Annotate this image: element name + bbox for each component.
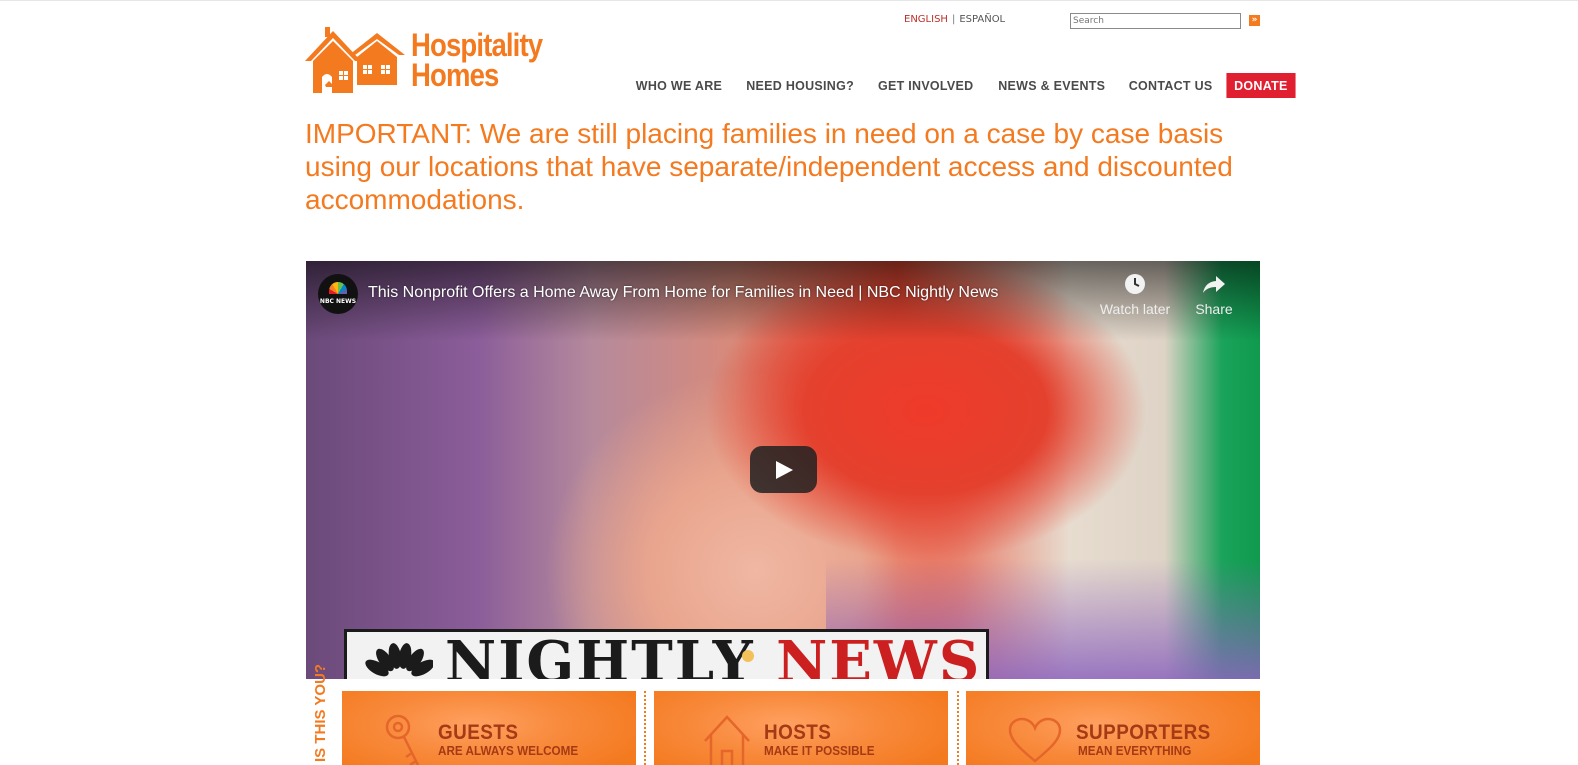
share-button[interactable]: Share [1174, 273, 1254, 317]
nav-who-we-are[interactable]: WHO WE ARE [626, 78, 732, 93]
box-divider [644, 691, 646, 765]
guests-title: GUESTS [438, 721, 519, 744]
nav-get-involved[interactable]: GET INVOLVED [869, 78, 984, 93]
nav-news-events[interactable]: NEWS & EVENTS [988, 78, 1114, 93]
supporters-subtitle: MEAN EVERYTHING [1078, 743, 1192, 758]
nbc-peacock-icon [365, 643, 433, 677]
supporters-box[interactable]: SUPPORTERS MEAN EVERYTHING [966, 691, 1260, 765]
donate-button[interactable]: DONATE [1226, 72, 1296, 98]
hosts-subtitle: MAKE IT POSSIBLE [764, 743, 875, 758]
banner-nightly: NIGHTLY [445, 629, 777, 679]
channel-avatar[interactable]: NBC NEWS [318, 274, 358, 314]
video-title[interactable]: This Nonprofit Offers a Home Away From H… [368, 284, 998, 302]
main-nav: WHO WE ARE NEED HOUSING? GET INVOLVED NE… [624, 72, 1297, 98]
banner-news: NEWS [776, 629, 982, 679]
search-button[interactable]: » [1249, 15, 1260, 26]
nav-need-housing[interactable]: NEED HOUSING? [737, 78, 864, 93]
share-label: Share [1195, 301, 1233, 317]
important-notice: IMPORTANT: We are still placing families… [305, 118, 1233, 215]
lang-english-link[interactable]: ENGLISH [904, 14, 948, 25]
video-player[interactable]: NBC NEWS This Nonprofit Offers a Home Aw… [306, 261, 1260, 679]
play-button[interactable] [750, 446, 817, 493]
site-logo[interactable]: Hospitality Homes [305, 27, 565, 97]
logo-line-2: Homes [411, 57, 499, 93]
box-divider [957, 691, 959, 765]
is-this-you-label: IS THIS YOU? [312, 664, 338, 765]
clock-icon [1125, 274, 1145, 294]
guests-subtitle: ARE ALWAYS WELCOME [438, 743, 579, 758]
watch-later-button[interactable]: Watch later [1095, 273, 1175, 317]
share-icon [1203, 276, 1225, 293]
banner-text: NIGHTLY NEWS [445, 632, 981, 679]
is-this-you-text: IS THIS YOU? [312, 663, 329, 762]
channel-name: NBC NEWS [319, 298, 357, 305]
hosts-title: HOSTS [764, 721, 832, 744]
nightly-news-banner: NIGHTLY NEWS [344, 629, 989, 679]
logo-text: Hospitality Homes [411, 27, 543, 93]
houses-logo-icon [305, 27, 405, 93]
watch-later-label: Watch later [1099, 301, 1171, 317]
hosts-box[interactable]: HOSTS MAKE IT POSSIBLE [654, 691, 948, 765]
house-icon [704, 715, 750, 765]
video-frame-dot [742, 650, 754, 662]
lang-separator: | [951, 14, 956, 25]
logo-line-1: Hospitality [411, 27, 543, 63]
nav-contact-us[interactable]: CONTACT US [1119, 78, 1222, 93]
key-icon [385, 714, 420, 765]
top-border [0, 0, 1578, 1]
lang-spanish-link[interactable]: ESPAÑOL [959, 14, 1005, 25]
guests-box[interactable]: GUESTS ARE ALWAYS WELCOME [342, 691, 636, 765]
heart-icon [1008, 717, 1062, 763]
search-input[interactable] [1070, 13, 1241, 29]
supporters-title: SUPPORTERS [1076, 721, 1211, 744]
language-switch: ENGLISH | ESPAÑOL [904, 14, 1005, 25]
